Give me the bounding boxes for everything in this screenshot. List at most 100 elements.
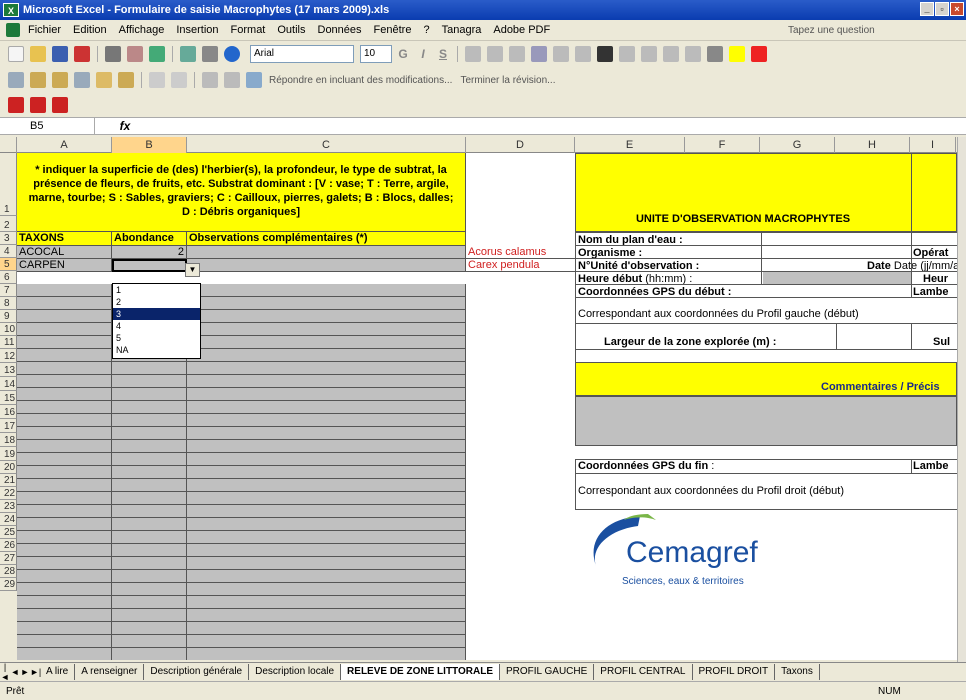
row-header[interactable]: 21 [0, 474, 17, 487]
tab-profil-gauche[interactable]: PROFIL GAUCHE [500, 663, 595, 680]
menu-format[interactable]: Format [225, 24, 272, 36]
observation-cell[interactable] [187, 246, 466, 259]
dropdown-option[interactable]: NA [113, 344, 200, 356]
row-header[interactable]: 14 [0, 377, 17, 391]
row-header[interactable]: 17 [0, 419, 17, 433]
abondance-dropdown-list[interactable]: 1 2 3 4 5 NA [112, 283, 201, 359]
paste-icon[interactable] [127, 46, 143, 62]
row-header[interactable]: 1 [0, 153, 17, 216]
row-header[interactable]: 27 [0, 552, 17, 565]
row-header[interactable]: 4 [0, 245, 17, 258]
bold-button[interactable]: G [394, 47, 412, 61]
menu-fichier[interactable]: Fichier [22, 24, 67, 36]
tab-taxons[interactable]: Taxons [775, 663, 820, 680]
pdf-review-icon[interactable] [52, 97, 68, 113]
tab-a-renseigner[interactable]: A renseigner [75, 663, 145, 680]
undo-icon[interactable] [149, 46, 165, 62]
reply-with-changes-button[interactable]: Répondre en incluant des modifications..… [266, 75, 455, 86]
tab-profil-central[interactable]: PROFIL CENTRAL [594, 663, 693, 680]
review-icon-11[interactable] [246, 72, 262, 88]
row-header[interactable]: 7 [0, 284, 17, 297]
new-icon[interactable] [8, 46, 24, 62]
column-header-a[interactable]: A [17, 137, 112, 153]
open-icon[interactable] [30, 46, 46, 62]
font-size-select[interactable]: 10 [360, 45, 392, 63]
row-header[interactable]: 26 [0, 539, 17, 552]
fx-icon[interactable]: fx [95, 119, 155, 133]
menu-help[interactable]: ? [417, 24, 435, 36]
row-header[interactable]: 2 [0, 216, 17, 232]
row-header[interactable]: 15 [0, 391, 17, 405]
column-header-b[interactable]: B [112, 137, 187, 153]
help-icon[interactable] [224, 46, 240, 62]
sum-icon[interactable] [202, 46, 218, 62]
row-header[interactable]: 24 [0, 513, 17, 526]
name-box[interactable]: B5 [0, 118, 95, 134]
indent-icon[interactable] [663, 46, 679, 62]
tab-a-lire[interactable]: A lire [40, 663, 76, 680]
row-header[interactable]: 28 [0, 565, 17, 578]
row-header[interactable]: 9 [0, 310, 17, 323]
column-header-e[interactable]: E [575, 137, 685, 153]
menu-insertion[interactable]: Insertion [170, 24, 224, 36]
row-header[interactable]: 13 [0, 363, 17, 377]
review-icon-7[interactable] [149, 72, 165, 88]
review-icon-8[interactable] [171, 72, 187, 88]
dropdown-option[interactable]: 2 [113, 296, 200, 308]
row-header[interactable]: 19 [0, 447, 17, 461]
row-header[interactable]: 12 [0, 349, 17, 363]
align-center-icon[interactable] [487, 46, 503, 62]
review-icon-3[interactable] [52, 72, 68, 88]
increase-decimal-icon[interactable] [619, 46, 635, 62]
row-header[interactable]: 29 [0, 578, 17, 591]
dropdown-option[interactable]: 1 [113, 284, 200, 296]
menu-edition[interactable]: Edition [67, 24, 113, 36]
column-header-c[interactable]: C [187, 137, 466, 153]
row-header[interactable]: 3 [0, 232, 17, 245]
end-review-button[interactable]: Terminer la révision... [457, 75, 558, 86]
review-icon-10[interactable] [224, 72, 240, 88]
column-header-g[interactable]: G [760, 137, 835, 153]
column-header-i[interactable]: I [910, 137, 956, 153]
align-right-icon[interactable] [509, 46, 525, 62]
row-header[interactable]: 11 [0, 336, 17, 349]
comments-input[interactable] [575, 396, 957, 446]
column-header-f[interactable]: F [685, 137, 760, 153]
row-header[interactable]: 20 [0, 461, 17, 474]
save-icon[interactable] [52, 46, 68, 62]
align-left-icon[interactable] [465, 46, 481, 62]
abondance-cell[interactable]: 2 [112, 246, 187, 259]
tab-releve-zone-littorale[interactable]: RELEVE DE ZONE LITTORALE [341, 663, 500, 680]
permission-icon[interactable] [74, 46, 90, 62]
row-header[interactable]: 8 [0, 297, 17, 310]
review-icon-2[interactable] [30, 72, 46, 88]
menu-adobe-pdf[interactable]: Adobe PDF [487, 24, 556, 36]
tab-description-locale[interactable]: Description locale [249, 663, 342, 680]
menu-fenetre[interactable]: Fenêtre [368, 24, 418, 36]
merge-icon[interactable] [531, 46, 547, 62]
row-header[interactable]: 25 [0, 526, 17, 539]
pdf-convert-icon[interactable] [8, 97, 24, 113]
restore-button[interactable]: ▫ [935, 2, 949, 16]
review-icon-4[interactable] [74, 72, 90, 88]
dropdown-option[interactable]: 4 [113, 320, 200, 332]
prev-sheet-icon[interactable]: ◄ [10, 667, 20, 677]
euro-icon[interactable] [597, 46, 613, 62]
italic-button[interactable]: I [414, 47, 432, 61]
row-header[interactable]: 23 [0, 500, 17, 513]
worksheet-grid[interactable]: * indiquer la superficie de (des) l'herb… [17, 153, 957, 660]
formula-input[interactable] [155, 118, 966, 134]
workbook-icon[interactable] [6, 23, 20, 37]
row-header[interactable]: 6 [0, 271, 17, 284]
menu-donnees[interactable]: Données [312, 24, 368, 36]
menu-tanagra[interactable]: Tanagra [436, 24, 488, 36]
review-icon-9[interactable] [202, 72, 218, 88]
outdent-icon[interactable] [685, 46, 701, 62]
row-header[interactable]: 5 [0, 258, 17, 271]
row-header[interactable]: 10 [0, 323, 17, 336]
taxon-cell[interactable]: CARPEN [17, 259, 112, 272]
taxon-cell[interactable]: ACOCAL [17, 246, 112, 259]
observation-cell[interactable] [187, 259, 466, 272]
pdf-email-icon[interactable] [30, 97, 46, 113]
borders-icon[interactable] [707, 46, 723, 62]
